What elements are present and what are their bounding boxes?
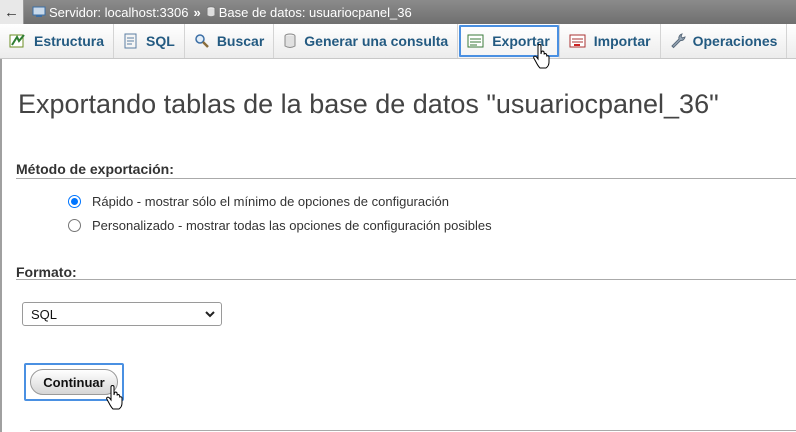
tab-generar-consulta[interactable]: Generar una consulta [274,24,459,58]
tab-label: Estructura [34,33,105,49]
section-divider [16,279,796,280]
section-divider [16,178,796,179]
breadcrumb-server-label[interactable]: Servidor: localhost:3306 [49,5,188,20]
sql-icon [123,33,139,49]
breadcrumb-database-label[interactable]: Base de datos: usuariocpanel_36 [219,5,412,20]
tab-label: Buscar [216,33,265,49]
content-left-border [0,59,2,432]
tab-importar[interactable]: Importar [560,24,661,58]
radio-label[interactable]: Personalizado - mostrar todas las opcion… [92,218,492,233]
format-select-value: SQL [31,306,58,322]
hand-cursor-icon [106,385,123,410]
tab-buscar[interactable]: Buscar [185,24,275,58]
query-icon [283,33,297,49]
export-icon [467,33,485,49]
database-icon [206,6,216,18]
breadcrumb: ← Servidor: localhost:3306 » Base de dat… [0,0,796,24]
radio-option-rapido[interactable]: Rápido - mostrar sólo el mínimo de opcio… [68,194,449,209]
server-icon [32,6,46,17]
tab-bar: Estructura SQL Buscar Generar una consul… [0,24,796,59]
radio-option-personalizado[interactable]: Personalizado - mostrar todas las opcion… [68,218,492,233]
tab-label: Operaciones [692,33,778,49]
breadcrumb-separator: » [193,4,201,20]
import-icon [569,33,587,49]
radio-button-checked[interactable] [68,195,81,208]
format-select[interactable]: SQL [22,302,222,326]
wrench-icon [670,33,686,49]
tab-operaciones[interactable]: Operaciones [661,24,788,58]
breadcrumb-database[interactable]: Base de datos: usuariocpanel_36 [206,5,412,20]
tab-label: SQL [146,33,175,49]
chevron-down-icon [205,311,215,318]
structure-icon [9,33,27,49]
tab-label: Generar una consulta [304,33,449,49]
format-heading: Formato: [16,264,77,280]
export-method-heading: Método de exportación: [16,161,174,177]
back-button[interactable]: ← [0,0,24,24]
tab-label: Importar [593,33,651,49]
radio-label[interactable]: Rápido - mostrar sólo el mínimo de opcio… [92,194,449,209]
tab-estructura[interactable]: Estructura [0,24,115,58]
hand-cursor-icon [533,44,550,69]
page-title: Exportando tablas de la base de datos "u… [18,89,719,119]
radio-button[interactable] [68,219,81,232]
search-icon [194,33,210,49]
bottom-divider [30,430,796,431]
breadcrumb-server[interactable]: Servidor: localhost:3306 [32,5,188,20]
tab-sql[interactable]: SQL [114,24,185,58]
